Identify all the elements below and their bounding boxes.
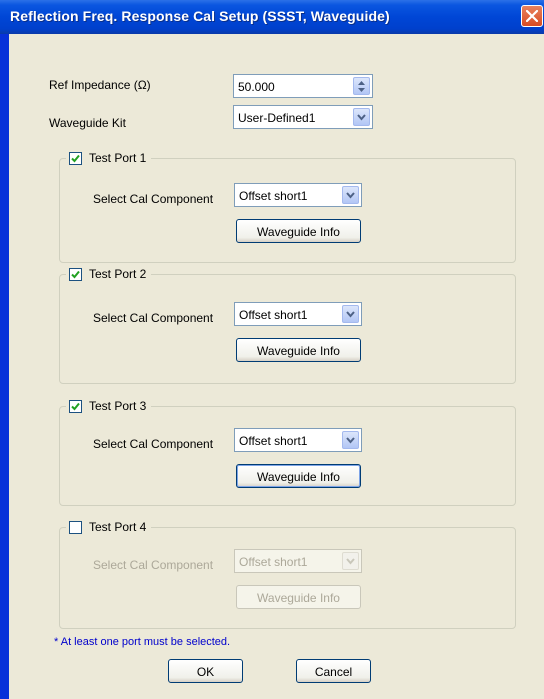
test-port-1-waveguide-info-button[interactable]: Waveguide Info [236, 219, 361, 243]
check-icon [71, 402, 80, 410]
cancel-button[interactable]: Cancel [296, 659, 371, 683]
test-port-2-component-label: Select Cal Component [93, 311, 214, 325]
test-port-1-group: Test Port 1 Select Cal Component Offset … [59, 150, 516, 263]
ref-impedance-spinner[interactable] [353, 77, 370, 95]
test-port-1-label: Test Port 1 [89, 151, 147, 165]
test-port-2-waveguide-info-label: Waveguide Info [257, 344, 340, 358]
waveguide-kit-value: User-Defined1 [238, 111, 316, 125]
chevron-down-icon [346, 437, 355, 444]
waveguide-kit-select[interactable]: User-Defined1 [233, 105, 373, 129]
cancel-button-label: Cancel [314, 665, 353, 679]
close-button[interactable] [521, 5, 543, 27]
ok-button[interactable]: OK [168, 659, 243, 683]
spin-arrows-icon [358, 81, 365, 92]
close-icon [526, 10, 538, 22]
check-icon [71, 154, 80, 162]
test-port-1-waveguide-info-label: Waveguide Info [257, 225, 340, 239]
test-port-4-checkbox[interactable] [69, 520, 82, 534]
test-port-4-component-value: Offset short1 [239, 555, 308, 569]
title-bar: Reflection Freq. Response Cal Setup (SSS… [0, 0, 544, 34]
test-port-3-dropdown-button[interactable] [342, 431, 359, 449]
test-port-2-component-select[interactable]: Offset short1 [234, 302, 362, 326]
test-port-4-group: Test Port 4 Select Cal Component Offset … [59, 519, 516, 629]
test-port-3-group: Test Port 3 Select Cal Component Offset … [59, 398, 516, 506]
chevron-down-icon [346, 311, 355, 318]
test-port-1-checkbox[interactable] [69, 151, 82, 165]
ref-impedance-input[interactable]: 50.000 [233, 74, 373, 98]
waveguide-kit-label: Waveguide Kit [49, 116, 126, 130]
test-port-2-group: Test Port 2 Select Cal Component Offset … [59, 266, 516, 384]
test-port-2-label: Test Port 2 [89, 267, 147, 281]
test-port-3-label: Test Port 3 [89, 399, 147, 413]
test-port-4-waveguide-info-label: Waveguide Info [257, 591, 340, 605]
dialog-body: Ref Impedance (Ω) 50.000 Waveguide Kit U… [9, 34, 544, 699]
test-port-3-component-select[interactable]: Offset short1 [234, 428, 362, 452]
chevron-down-icon [346, 558, 355, 565]
test-port-3-checkbox[interactable] [69, 399, 82, 413]
test-port-4-label: Test Port 4 [89, 520, 147, 534]
dialog-window: Reflection Freq. Response Cal Setup (SSS… [0, 0, 544, 699]
chevron-down-icon [346, 192, 355, 199]
check-icon [71, 270, 80, 278]
test-port-2-waveguide-info-button[interactable]: Waveguide Info [236, 338, 361, 362]
test-port-2-component-value: Offset short1 [239, 308, 308, 322]
test-port-4-waveguide-info-button[interactable]: Waveguide Info [236, 585, 361, 609]
test-port-4-dropdown-button[interactable] [342, 552, 359, 570]
test-port-2-dropdown-button[interactable] [342, 305, 359, 323]
waveguide-kit-dropdown-button[interactable] [353, 108, 370, 126]
window-title: Reflection Freq. Response Cal Setup (SSS… [10, 8, 390, 24]
test-port-1-component-label: Select Cal Component [93, 192, 214, 206]
ok-button-label: OK [196, 665, 215, 679]
ref-impedance-value: 50.000 [238, 80, 275, 94]
test-port-4-component-select[interactable]: Offset short1 [234, 549, 362, 573]
chevron-down-icon [357, 114, 366, 121]
test-port-3-waveguide-info-label: Waveguide Info [257, 470, 340, 484]
test-port-1-component-select[interactable]: Offset short1 [234, 183, 362, 207]
test-port-3-component-value: Offset short1 [239, 434, 308, 448]
test-port-3-component-label: Select Cal Component [93, 437, 214, 451]
test-port-4-component-label: Select Cal Component [93, 558, 214, 572]
selection-note: * At least one port must be selected. [54, 636, 231, 648]
test-port-1-component-value: Offset short1 [239, 189, 308, 203]
test-port-1-dropdown-button[interactable] [342, 186, 359, 204]
test-port-2-checkbox[interactable] [69, 267, 82, 281]
ref-impedance-label: Ref Impedance (Ω) [49, 78, 151, 92]
test-port-3-waveguide-info-button[interactable]: Waveguide Info [236, 464, 361, 488]
